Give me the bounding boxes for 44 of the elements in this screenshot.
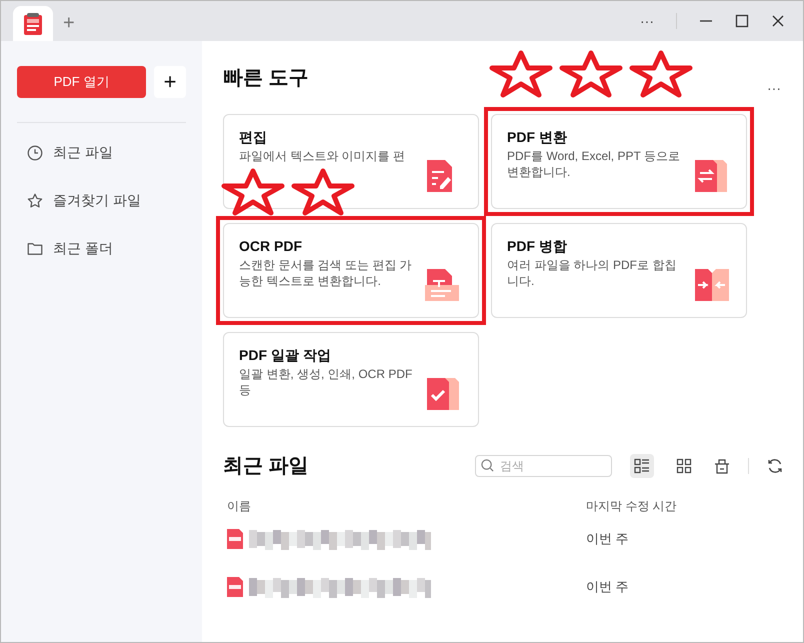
tool-card[interactable]: PDF 일괄 작업 일괄 변환, 생성, 인쇄, OCR PDF 등 — [223, 332, 479, 427]
card-title: PDF 변환 — [507, 128, 568, 147]
section-title: 빠른 도구 — [223, 66, 309, 91]
tool-card[interactable]: OCR PDF 스캔한 문서를 검색 또는 편집 가능한 텍스트로 변환합니다. — [223, 223, 479, 318]
grid-view-icon — [676, 458, 692, 474]
modified-time: 이번 주 — [586, 578, 629, 596]
star-icon — [26, 192, 44, 210]
more-button[interactable]: ··· — [640, 10, 654, 32]
new-tab-button[interactable]: + — [63, 13, 75, 33]
card-description: 여러 파일을 하나의 PDF로 합칩니다. — [507, 257, 678, 289]
search-field[interactable]: 검색 — [475, 455, 612, 477]
card-title: PDF 일괄 작업 — [239, 346, 332, 365]
trash-icon[interactable] — [714, 458, 730, 474]
card-title: OCR PDF — [239, 237, 303, 256]
refresh-icon[interactable] — [767, 458, 783, 474]
tool-card[interactable]: 편집 파일에서 텍스트와 이미지를 편 — [223, 114, 479, 209]
card-description: 스캔한 문서를 검색 또는 편집 가능한 텍스트로 변환합니다. — [239, 257, 413, 289]
card-title: PDF 병합 — [507, 237, 568, 256]
section-title: 최근 파일 — [223, 454, 309, 479]
more-button[interactable]: ··· — [767, 78, 781, 99]
modified-time: 이번 주 — [586, 530, 629, 548]
clock-icon — [26, 144, 44, 162]
card-description: 파일에서 텍스트와 이미지를 편 — [239, 148, 406, 164]
close-icon[interactable] — [771, 14, 785, 28]
pdf-file-icon — [227, 577, 243, 597]
view-button[interactable] — [630, 454, 654, 478]
pdf-file-icon — [227, 529, 243, 549]
sidebar-item[interactable]: 즐겨찾기 파일 — [26, 191, 186, 210]
card-title: 편집 — [239, 128, 268, 147]
app-logo-icon — [21, 12, 45, 36]
app-tab[interactable] — [13, 6, 53, 41]
search-icon — [481, 459, 494, 472]
add-button[interactable]: + — [154, 66, 186, 98]
open-pdf-button[interactable]: PDF 열기 — [17, 66, 146, 98]
column-header: 마지막 수정 시간 — [586, 498, 677, 515]
card-description: 일괄 변환, 생성, 인쇄, OCR PDF 등 — [239, 366, 414, 398]
maximize-icon[interactable] — [735, 14, 749, 28]
sidebar-item[interactable]: 최근 파일 — [26, 143, 186, 162]
card-description: PDF를 Word, Excel, PPT 등으로 변환합니다. — [507, 148, 681, 180]
list-view-icon — [634, 458, 650, 474]
tool-card[interactable]: PDF 변환 PDF를 Word, Excel, PPT 등으로 변환합니다. — [491, 114, 747, 209]
column-header: 이름 — [226, 498, 252, 515]
tool-card[interactable]: PDF 병합 여러 파일을 하나의 PDF로 합칩니다. — [491, 223, 747, 318]
sidebar-item[interactable]: 최근 폴더 — [26, 239, 186, 258]
